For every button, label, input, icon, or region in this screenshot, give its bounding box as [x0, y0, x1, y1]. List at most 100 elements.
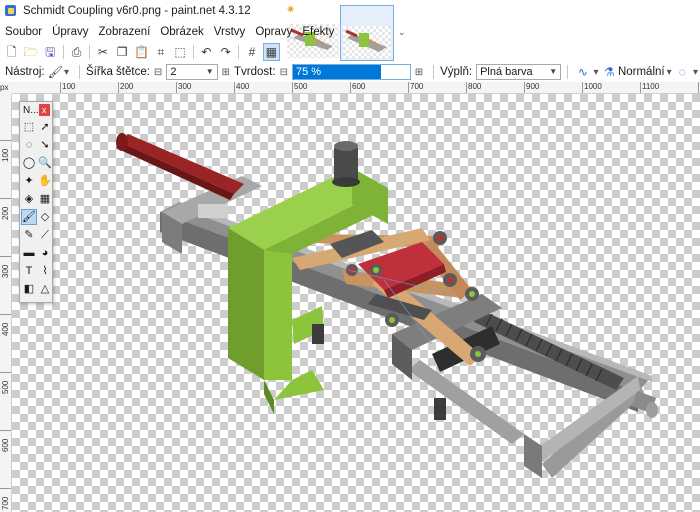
copy-icon[interactable]: ❐: [114, 43, 131, 61]
paint-bucket-icon[interactable]: ◈: [21, 191, 37, 207]
deselect-icon[interactable]: ⬚: [171, 43, 188, 61]
selection-mode-icon[interactable]: ◌: [674, 63, 691, 81]
ruler-tick: [0, 372, 11, 373]
menu-view[interactable]: Zobrazení: [94, 26, 156, 38]
hardness-decrease-icon[interactable]: ⊟: [280, 67, 288, 78]
tools-panel-header: N... x: [20, 102, 52, 118]
blend-mode-dropdown-icon[interactable]: ▾: [667, 67, 672, 78]
ruler-tick: [0, 198, 11, 199]
tool-options-bar: Nástroj: 🖌 ▾ Šířka štětce: ⊟ 2 ▼ ⊞ Tvrdo…: [0, 62, 700, 82]
menu-image[interactable]: Obrázek: [155, 26, 208, 38]
thumbnails-dropdown-icon[interactable]: ⌄: [398, 27, 406, 38]
open-icon[interactable]: 🗁: [22, 43, 39, 61]
ruler-tick: [0, 430, 11, 431]
triangle-shape-icon[interactable]: △: [37, 281, 53, 297]
brush-width-decrease-icon[interactable]: ⊟: [154, 67, 162, 78]
ruler-label: 800: [468, 82, 482, 91]
vertical-ruler: 100 200 300 400 500 600 700: [0, 94, 12, 512]
ruler-label: 500: [294, 82, 308, 91]
ruler-label: 200: [120, 82, 134, 91]
eraser-icon[interactable]: ◇: [37, 209, 53, 225]
pencil-icon[interactable]: ✎: [21, 227, 37, 243]
paintbrush-tool-icon[interactable]: 🖌: [47, 63, 64, 81]
ruler-label: 600: [352, 82, 366, 91]
print-icon[interactable]: ⎙: [68, 43, 85, 61]
antialiasing-icon[interactable]: ∿: [574, 63, 591, 81]
menu-effects[interactable]: Efekty: [297, 26, 339, 38]
ruler-label: 500: [1, 380, 10, 394]
fill-mode-combo[interactable]: Plná barva ▼: [476, 64, 562, 80]
menu-bar: Soubor Úpravy Zobrazení Obrázek Vrstvy O…: [0, 22, 339, 42]
menu-file[interactable]: Soubor: [0, 26, 47, 38]
ellipse-select-icon[interactable]: ◯: [21, 155, 37, 171]
ruler-label: 700: [410, 82, 424, 91]
options-divider: [433, 65, 435, 79]
antialiasing-dropdown-icon[interactable]: ▾: [594, 67, 599, 78]
window-title: Schmidt Coupling v6r0.png - paint.net 4.…: [23, 5, 251, 17]
ruler-label: 300: [178, 82, 192, 91]
image-thumbnail-2-active[interactable]: [340, 5, 394, 61]
recolor-icon[interactable]: ◕: [37, 245, 53, 261]
blend-mode-icon[interactable]: ⚗: [601, 63, 618, 81]
menu-adjustments[interactable]: Opravy: [250, 26, 297, 38]
brush-width-combo[interactable]: 2 ▼: [166, 64, 218, 80]
move-pointer-icon[interactable]: ➘: [37, 137, 53, 153]
hardness-slider[interactable]: 75 %: [291, 64, 411, 80]
ruler-tick: [0, 488, 11, 489]
menu-edit[interactable]: Úpravy: [47, 26, 93, 38]
pan-icon[interactable]: ✋: [37, 173, 53, 189]
paste-icon[interactable]: 📋: [133, 43, 150, 61]
ruler-icon[interactable]: ▦: [262, 43, 281, 61]
ruler-label: 1000: [584, 82, 602, 91]
ruler-label: 900: [526, 82, 540, 91]
ruler-unit: px: [0, 82, 12, 94]
cut-icon[interactable]: ✂: [94, 43, 111, 61]
toolbar-divider: [62, 45, 64, 59]
paintbrush-icon[interactable]: 🖌: [21, 209, 37, 225]
ruler-tick: [0, 256, 11, 257]
sparkle-icon: ✷: [286, 4, 296, 16]
text-icon[interactable]: T: [21, 263, 37, 279]
zoom-icon[interactable]: 🔍: [37, 155, 53, 171]
clone-stamp-icon[interactable]: ▬: [21, 245, 37, 261]
menu-layers[interactable]: Vrstvy: [209, 26, 251, 38]
crop-icon[interactable]: ⌗: [152, 43, 169, 61]
line-curve-icon[interactable]: ⌇: [37, 263, 53, 279]
horizontal-ruler: 100200300400500600700800900100011001200: [12, 82, 700, 94]
undo-icon[interactable]: ↶: [198, 43, 215, 61]
fill-mode-value: Plná barva: [480, 66, 533, 78]
new-icon[interactable]: 🗋: [3, 43, 20, 61]
gradient-icon[interactable]: ▦: [37, 191, 53, 207]
brush-width-value: 2: [170, 66, 177, 78]
shapes-icon[interactable]: ◧: [21, 281, 37, 297]
move-selected-icon[interactable]: ➚: [37, 119, 53, 135]
fill-label: Výplň:: [440, 66, 473, 78]
hardness-increase-icon[interactable]: ⊞: [415, 67, 423, 78]
schmidt-coupling-render: [116, 133, 658, 478]
grid-icon[interactable]: #: [243, 43, 260, 61]
tools-panel: N... x ⬚ ➚ ◌ ➘ ◯ 🔍 ✦ ✋ ◈ ▦ 🖌 ◇ ✎ ⟋ ▬ ◕ T ⌇ ◧ △: [19, 101, 53, 303]
chevron-down-icon: ▼: [205, 67, 214, 76]
lasso-icon[interactable]: ◌: [21, 137, 37, 153]
selection-mode-dropdown-icon[interactable]: ▾: [693, 67, 698, 78]
image-canvas[interactable]: [12, 94, 700, 512]
redo-icon[interactable]: ↷: [217, 43, 234, 61]
tool-dropdown-icon[interactable]: ▾: [64, 67, 69, 78]
toolbar-divider: [192, 45, 194, 59]
chevron-down-icon: ▼: [549, 67, 558, 76]
tools-panel-close-button[interactable]: x: [38, 104, 50, 116]
ruler-label: 300: [1, 264, 10, 278]
magic-wand-icon[interactable]: ✦: [21, 173, 37, 189]
options-divider: [567, 65, 569, 79]
ruler-label: 400: [1, 322, 10, 336]
main-toolbar: 🗋 🗁 🖫 ⎙ ✂ ❐ 📋 ⌗ ⬚ ↶ ↷ # ▦: [0, 42, 282, 62]
color-picker-icon[interactable]: ⟋: [37, 227, 53, 243]
ruler-tick: [0, 314, 11, 315]
save-icon[interactable]: 🖫: [42, 43, 59, 61]
blend-mode-value[interactable]: Normální: [618, 66, 665, 78]
ruler-tick: [0, 140, 11, 141]
move-selection-icon[interactable]: ⬚: [21, 119, 37, 135]
brush-width-increase-icon[interactable]: ⊞: [222, 67, 230, 78]
ruler-label: 600: [1, 438, 10, 452]
brush-width-label: Šířka štětce:: [86, 66, 150, 78]
